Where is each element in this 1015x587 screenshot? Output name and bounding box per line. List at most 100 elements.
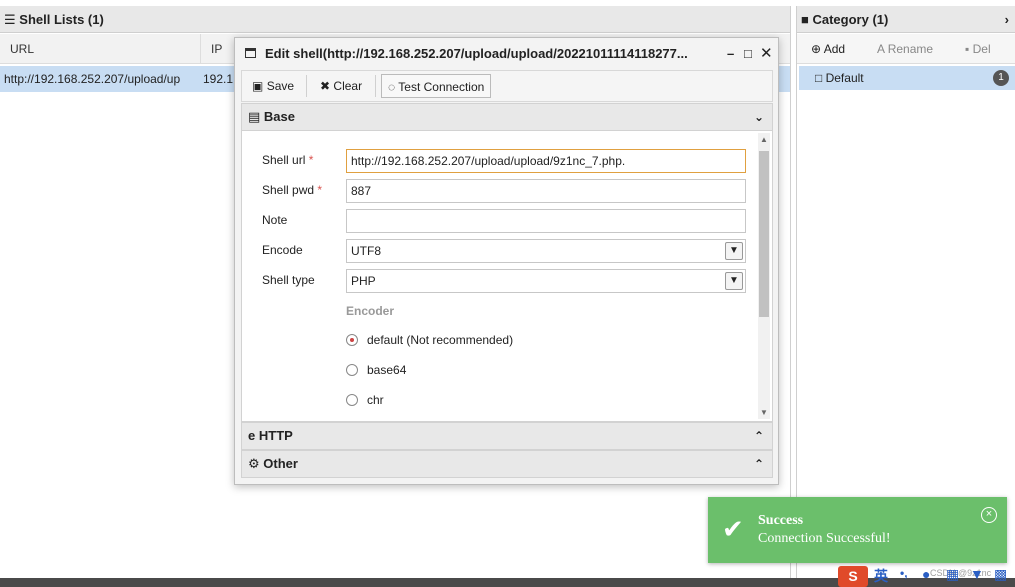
column-header-url[interactable]: URL <box>0 34 200 64</box>
category-header: ■ Category (1) › <box>797 6 1015 33</box>
dialog-titlebar[interactable]: Edit shell(http://192.168.252.207/upload… <box>235 38 778 70</box>
folder-outline-icon: □ <box>815 71 823 85</box>
chevron-down-icon: ⌄ <box>753 110 764 124</box>
section-http-header[interactable]: e HTTP ⌃ <box>241 422 773 450</box>
category-title: Category (1) <box>812 12 889 27</box>
chevron-up-icon: ⌃ <box>753 429 764 443</box>
add-button[interactable]: ⊕ Add <box>811 34 845 64</box>
list-icon: ☰ <box>4 12 16 27</box>
encode-select[interactable]: UTF8 ▼ <box>346 239 746 263</box>
success-toast: ✔ Success Connection Successful! × <box>708 497 1007 563</box>
row-url: http://192.168.252.207/upload/up <box>4 72 181 86</box>
spinner-icon: ◌ <box>388 80 396 94</box>
keyboard-icon[interactable]: ▦ <box>946 566 959 583</box>
encoder-default-radio[interactable] <box>346 334 358 346</box>
encoder-default-label[interactable]: default (Not recommended) <box>367 333 513 347</box>
toast-message: Connection Successful! <box>758 531 891 546</box>
save-label: Save <box>266 79 295 93</box>
required-mark: * <box>317 183 323 197</box>
window-icon <box>245 48 256 58</box>
encoder-heading: Encoder <box>346 304 395 318</box>
trash-icon: ▪ <box>965 42 970 56</box>
shell-pwd-input[interactable]: 887 <box>346 179 746 203</box>
scrollbar-thumb[interactable] <box>759 151 769 317</box>
x-icon: ✖ <box>320 79 331 93</box>
toast-title: Success <box>758 513 804 528</box>
punctuation-icon[interactable]: •, <box>900 566 908 580</box>
encode-value: UTF8 <box>351 244 381 258</box>
http-icon: e <box>248 428 256 443</box>
shirt-icon[interactable]: ▼ <box>970 566 984 582</box>
column-url-label: URL <box>10 42 35 56</box>
add-label: Add <box>823 42 846 56</box>
close-icon[interactable]: ✕ <box>760 38 773 70</box>
save-button[interactable]: ▣ Save <box>246 74 300 98</box>
scroll-up-icon[interactable]: ▲ <box>760 135 768 144</box>
toolbar-divider <box>306 75 307 97</box>
encode-label: Encode <box>262 243 303 257</box>
encoder-chr-label[interactable]: chr <box>367 393 384 407</box>
encoder-base64-label[interactable]: base64 <box>367 363 406 377</box>
category-item-default[interactable]: □ Default 1 <box>799 66 1015 90</box>
shell-pwd-value: 887 <box>351 184 372 198</box>
note-label: Note <box>262 213 288 227</box>
ime-lang-label[interactable]: 英 <box>874 566 888 586</box>
test-connection-label: Test Connection <box>398 80 485 94</box>
panel-divider[interactable] <box>790 6 791 578</box>
scroll-down-icon[interactable]: ▼ <box>760 408 768 417</box>
encoder-base64-radio[interactable] <box>346 364 358 376</box>
encoder-chr-radio[interactable] <box>346 394 358 406</box>
shell-type-select[interactable]: PHP ▼ <box>346 269 746 293</box>
shell-type-value: PHP <box>351 274 376 288</box>
minimize-icon[interactable]: – <box>727 38 734 70</box>
grid-icon[interactable]: ▩ <box>994 566 1007 583</box>
section-base-label: Base <box>263 109 295 124</box>
dialog-title: Edit shell(http://192.168.252.207/upload… <box>265 46 688 61</box>
plus-icon: ⊕ <box>811 42 822 56</box>
panel-divider-right <box>796 6 797 578</box>
row-ip: 192.1 <box>203 72 234 86</box>
shell-url-label-text: Shell url <box>262 153 306 167</box>
delete-button[interactable]: ▪ Del <box>965 34 991 64</box>
shell-pwd-label: Shell pwd * <box>262 183 322 197</box>
test-connection-button[interactable]: ◌ Test Connection <box>381 74 492 98</box>
chevron-up-icon: ⌃ <box>753 457 764 471</box>
edit-shell-dialog: Edit shell(http://192.168.252.207/upload… <box>234 37 779 485</box>
check-icon: ✔ <box>722 515 744 545</box>
shell-url-value: http://192.168.252.207/upload/upload/9z1… <box>351 154 626 168</box>
ime-logo-icon[interactable]: S <box>838 566 868 587</box>
microphone-icon[interactable]: ● <box>922 566 930 582</box>
shell-pwd-label-text: Shell pwd <box>262 183 315 197</box>
category-toolbar: ⊕ Add A Rename ▪ Del <box>797 34 1015 64</box>
section-base-header[interactable]: ▤ Base ⌄ <box>241 103 773 131</box>
chevron-right-icon[interactable]: › <box>1005 6 1009 33</box>
shell-list-title: Shell Lists (1) <box>19 12 104 27</box>
category-count-badge: 1 <box>993 70 1009 86</box>
file-icon: ▤ <box>248 109 261 124</box>
gears-icon: ⚙ <box>248 456 260 471</box>
clear-label: Clear <box>333 79 363 93</box>
clear-button[interactable]: ✖ Clear <box>314 74 368 98</box>
save-icon: ▣ <box>252 79 264 93</box>
toolbar-divider <box>375 75 376 97</box>
category-name: Default <box>825 71 864 85</box>
chevron-down-icon: ▼ <box>725 272 743 290</box>
shell-type-label: Shell type <box>262 273 315 287</box>
maximize-icon[interactable]: □ <box>744 38 752 70</box>
form-scrollbar[interactable]: ▲ ▼ <box>758 133 770 419</box>
section-other-label: Other <box>263 456 298 471</box>
dialog-toolbar: ▣ Save ✖ Clear ◌ Test Connection <box>241 70 773 102</box>
section-other-header[interactable]: ⚙ Other ⌃ <box>241 450 773 478</box>
folder-icon: ■ <box>801 12 809 27</box>
note-input[interactable] <box>346 209 746 233</box>
rename-label: Rename <box>887 42 934 56</box>
shell-url-input[interactable]: http://192.168.252.207/upload/upload/9z1… <box>346 149 746 173</box>
base-form: Shell url * http://192.168.252.207/uploa… <box>241 131 773 422</box>
section-http-label: HTTP <box>258 428 293 443</box>
chevron-down-icon: ▼ <box>725 242 743 260</box>
column-ip-label: IP <box>211 42 223 56</box>
rename-button[interactable]: A Rename <box>877 34 933 64</box>
required-mark: * <box>308 153 314 167</box>
close-icon[interactable]: × <box>981 507 997 523</box>
radio-dot <box>350 338 354 342</box>
